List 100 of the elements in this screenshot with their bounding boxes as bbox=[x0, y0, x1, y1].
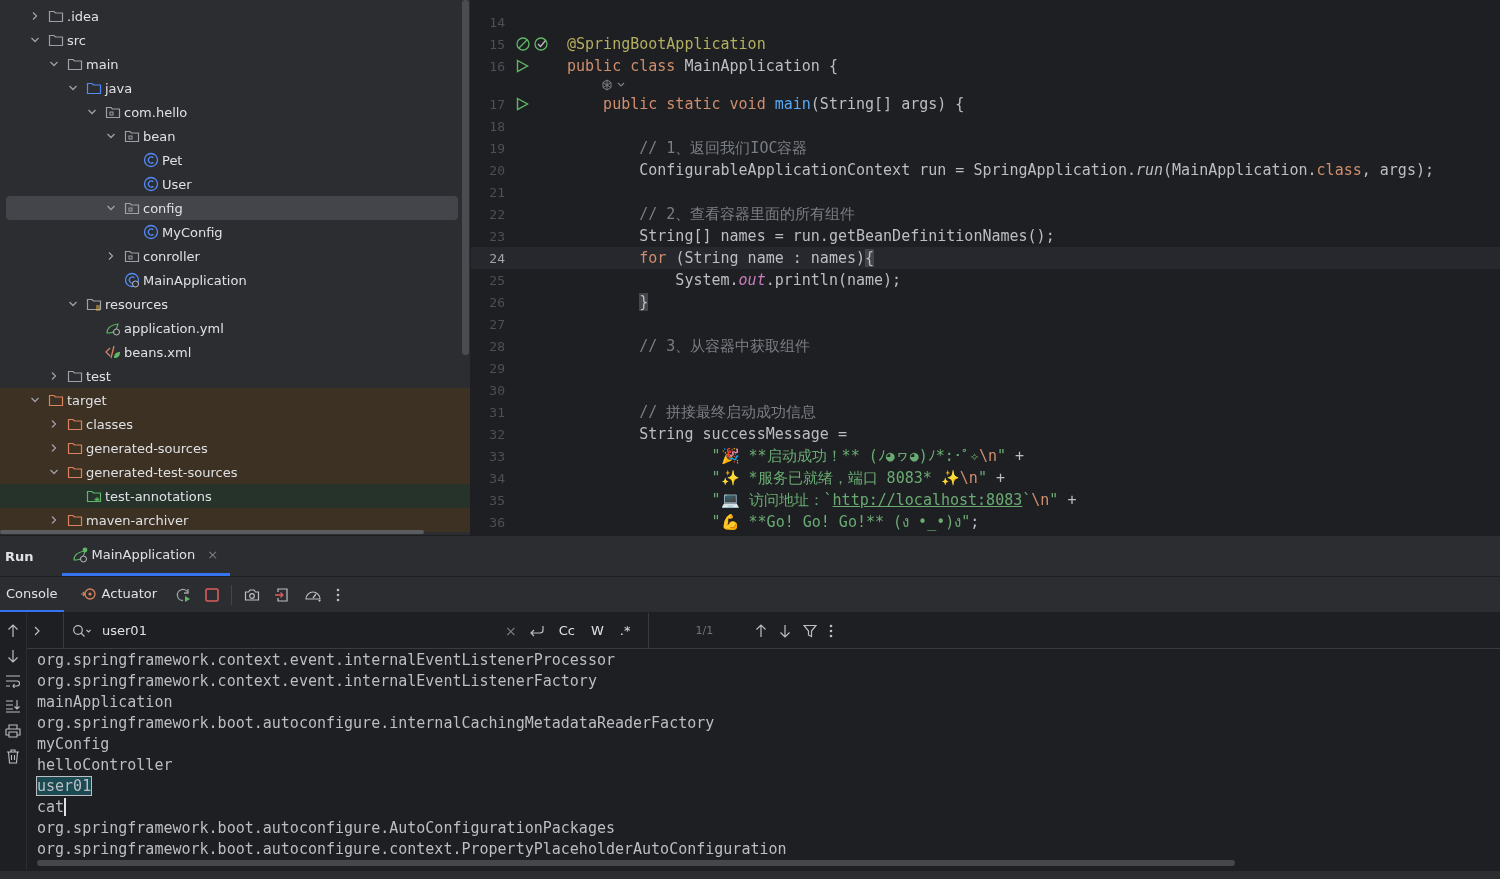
stop-icon[interactable] bbox=[205, 587, 220, 602]
tree-item[interactable]: MyConfig bbox=[162, 224, 223, 240]
expanded-chevron-icon[interactable] bbox=[106, 203, 116, 213]
run-tab[interactable]: MainApplication × bbox=[61, 536, 231, 576]
class-icon bbox=[143, 224, 159, 240]
scrollbar-thumb[interactable] bbox=[37, 860, 1235, 866]
tree-item[interactable]: target bbox=[67, 392, 107, 408]
expanded-chevron-icon[interactable] bbox=[68, 299, 78, 309]
collapsed-chevron-icon[interactable] bbox=[49, 371, 59, 381]
expanded-chevron-icon[interactable] bbox=[30, 35, 40, 45]
folder-icon bbox=[67, 440, 83, 456]
code-line: // 2、查看容器里面的所有组件 bbox=[638, 204, 856, 224]
match-count: 1/1 bbox=[695, 624, 714, 637]
code-line: // 1、返回我们IOC容器 bbox=[638, 138, 808, 158]
tree-item[interactable]: MainApplication bbox=[143, 272, 247, 288]
xml-file-icon bbox=[105, 344, 121, 360]
filter-icon[interactable] bbox=[803, 623, 818, 638]
up-arrow-icon[interactable] bbox=[7, 624, 19, 638]
search-option-toggle[interactable]: .* bbox=[617, 623, 633, 638]
more-icon[interactable] bbox=[336, 587, 341, 602]
more-icon[interactable] bbox=[829, 623, 834, 638]
camera-icon[interactable] bbox=[244, 586, 261, 603]
tree-item[interactable]: src bbox=[67, 32, 86, 48]
tree-item[interactable]: test bbox=[86, 368, 111, 384]
tree-item[interactable]: application.yml bbox=[124, 320, 224, 336]
package-icon bbox=[124, 128, 140, 144]
rerun-icon[interactable] bbox=[175, 586, 192, 603]
folder-icon bbox=[48, 392, 64, 408]
package-icon bbox=[124, 248, 140, 264]
collapsed-chevron-icon[interactable] bbox=[30, 11, 40, 21]
console-line: org.springframework.boot.autoconfigure.AutoConfigurationPackages bbox=[37, 818, 615, 837]
tree-item[interactable]: config bbox=[143, 200, 183, 216]
tree-item[interactable]: maven-archiver bbox=[86, 512, 189, 528]
scrollbar-thumb[interactable] bbox=[0, 530, 424, 534]
expanded-chevron-icon[interactable] bbox=[30, 395, 40, 405]
spring-config-icon bbox=[105, 320, 121, 336]
expanded-chevron-icon[interactable] bbox=[49, 59, 59, 69]
actuator-tab[interactable]: Actuator bbox=[73, 577, 164, 612]
trash-icon[interactable] bbox=[6, 749, 20, 764]
code-line: for (String name : names){ bbox=[638, 249, 875, 267]
scrollbar-thumb[interactable] bbox=[462, 0, 469, 355]
folder-icon bbox=[67, 512, 83, 528]
tree-item[interactable]: classes bbox=[86, 416, 134, 432]
tree-item[interactable]: Pet bbox=[162, 152, 183, 168]
run-icon[interactable] bbox=[515, 59, 529, 73]
tree-item[interactable]: conroller bbox=[143, 248, 200, 264]
search-option-toggle[interactable]: W bbox=[588, 623, 606, 638]
search-icon bbox=[72, 623, 92, 638]
search-field[interactable]: user01 bbox=[100, 622, 464, 639]
class-icon bbox=[143, 152, 159, 168]
code-line: "💪 **Go! Go! Go!** (ง •_•)ง"; bbox=[710, 512, 980, 533]
previous-match-icon[interactable] bbox=[755, 623, 768, 638]
panel-title: Run bbox=[4, 547, 35, 566]
next-match-icon[interactable] bbox=[779, 623, 792, 638]
code-line: "🎉 **启动成功！** (ﾉ◕ヮ◕)ﾉ*:･ﾟ✧\n" + bbox=[710, 446, 1025, 466]
search-option-toggle[interactable]: Cc bbox=[556, 623, 577, 638]
collapsed-chevron-icon[interactable] bbox=[49, 419, 59, 429]
bean-icon[interactable] bbox=[515, 36, 549, 52]
tree-item[interactable]: beans.xml bbox=[124, 344, 192, 360]
tree-item[interactable]: resources bbox=[105, 296, 168, 312]
tree-item[interactable]: main bbox=[86, 56, 119, 72]
run-icon[interactable] bbox=[515, 97, 529, 111]
code-line: String[] names = run.getBeanDefinitionNames(); bbox=[638, 227, 1055, 245]
down-arrow-icon[interactable] bbox=[7, 649, 19, 663]
tree-item[interactable]: test-annotations bbox=[105, 488, 212, 504]
code-line: public static void main(String[] args) { bbox=[602, 95, 965, 113]
tree-item[interactable]: java bbox=[105, 80, 133, 96]
tree-item[interactable]: generated-sources bbox=[86, 440, 208, 456]
tree-item[interactable]: bean bbox=[143, 128, 176, 144]
expanded-chevron-icon[interactable] bbox=[87, 107, 97, 117]
print-icon[interactable] bbox=[5, 724, 21, 738]
expanded-chevron-icon[interactable] bbox=[49, 467, 59, 477]
collapsed-chevron-icon[interactable] bbox=[106, 251, 116, 261]
collapsed-chevron-icon[interactable] bbox=[49, 443, 59, 453]
newline-icon[interactable] bbox=[528, 623, 545, 638]
search-match: user01 bbox=[37, 776, 92, 795]
tree-item[interactable]: User bbox=[162, 176, 192, 192]
soft-wrap-icon[interactable] bbox=[5, 674, 21, 688]
tree-item[interactable]: com.hello bbox=[124, 104, 188, 120]
ai-hint-icon[interactable] bbox=[601, 79, 627, 91]
expanded-chevron-icon[interactable] bbox=[68, 83, 78, 93]
folder-icon bbox=[67, 464, 83, 480]
package-icon bbox=[124, 200, 140, 216]
actuator-icon bbox=[79, 585, 96, 602]
console-line: mainApplication bbox=[37, 692, 173, 711]
collapsed-chevron-icon[interactable] bbox=[49, 515, 59, 525]
expand-chevron-icon[interactable] bbox=[33, 625, 41, 636]
expanded-chevron-icon[interactable] bbox=[106, 131, 116, 141]
code-line: "💻 访问地址：`http://localhost:8083`\n" + bbox=[710, 490, 1077, 510]
spring-run-icon bbox=[71, 546, 88, 563]
clear-icon[interactable]: × bbox=[505, 622, 517, 639]
tree-item[interactable]: .idea bbox=[67, 8, 99, 24]
console-line: myConfig bbox=[37, 734, 110, 753]
code-line: ConfigurableApplicationContext run = SpringApplication.run(MainApplication.class, args); bbox=[638, 161, 1434, 179]
console-line: helloController bbox=[37, 755, 173, 774]
exit-icon[interactable] bbox=[274, 586, 291, 603]
code-line: "✨ *服务已就绪，端口 8083* ✨\n" + bbox=[710, 468, 1005, 488]
selected-tree-row[interactable]: config bbox=[6, 196, 458, 220]
scroll-to-end-icon[interactable] bbox=[5, 699, 21, 713]
code-line: public class MainApplication { bbox=[567, 57, 838, 75]
